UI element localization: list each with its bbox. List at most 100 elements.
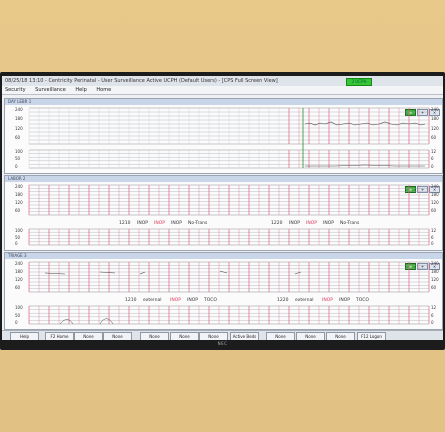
fhr-scale-right-240: 240 xyxy=(431,107,439,112)
fhr-scale-240: 240 xyxy=(15,107,23,112)
toco-scale-right-6: 6 xyxy=(431,235,434,240)
toco-scale-50: 50 xyxy=(15,235,21,240)
menu-surveillance[interactable]: Surveillance xyxy=(35,87,66,93)
annotation-status: INOP xyxy=(170,297,181,303)
fhr-scale-right-240: 240 xyxy=(431,184,439,189)
status-indicator[interactable]: 3 UCPH xyxy=(346,78,372,86)
annotation-status: INOP xyxy=(171,220,182,226)
monitor-brand-logo: NEC xyxy=(217,341,228,346)
fkey-none-button[interactable]: None xyxy=(266,332,295,340)
fhr-scale-60: 60 xyxy=(15,135,21,140)
toco-scale-right-6: 6 xyxy=(431,156,434,161)
annotation-status: INOP xyxy=(289,220,300,226)
toco-scale-50: 50 xyxy=(15,156,21,161)
toco-trace xyxy=(305,164,425,167)
fkey-none-button[interactable]: None xyxy=(170,332,199,340)
window-titlebar: 08/25/18 13:10 - Centricity Perinatal - … xyxy=(2,76,443,86)
fhr-trace xyxy=(44,270,302,275)
toco-scale-100: 100 xyxy=(15,149,23,154)
fkey-home-button[interactable]: F2 Home xyxy=(45,332,74,340)
fhr-scale-right-60: 60 xyxy=(431,135,437,140)
toco-scale-0: 0 xyxy=(15,164,18,169)
toco-grid xyxy=(28,305,430,325)
panel-controls: ≫ + × xyxy=(404,99,440,116)
bed-label: TRIAGE 3 xyxy=(8,253,27,258)
toco-grid xyxy=(28,228,430,246)
fhr-scale-right-240: 240 xyxy=(431,261,439,266)
fhr-grid xyxy=(28,261,430,293)
panel-controls: ≫ + × xyxy=(404,176,440,193)
annotation-status: INOP xyxy=(187,297,198,303)
toco-scale-50: 50 xyxy=(15,313,21,318)
annotation-note: TOCO xyxy=(355,297,369,303)
toco-scale-right-12: 12 xyxy=(431,228,437,233)
fhr-scale-right-180: 180 xyxy=(431,269,439,274)
fkey-none-button[interactable]: None xyxy=(326,332,355,340)
fkey-none-button[interactable]: None xyxy=(296,332,325,340)
fhr-scale-right-60: 60 xyxy=(431,208,437,213)
fhr-scale-180: 180 xyxy=(15,192,23,197)
menu-security[interactable]: Security xyxy=(5,87,26,93)
tracing-panel-1[interactable]: DAY LEBR 1 ≫ + × 240 180 120 60 240 180 12… xyxy=(4,98,443,174)
toco-scale-100: 100 xyxy=(15,228,23,233)
annotation-status: INOP xyxy=(306,220,317,226)
panel-controls: ≫ + × xyxy=(404,253,440,270)
fhr-scale-right-120: 120 xyxy=(431,126,439,131)
toco-scale-right-12: 12 xyxy=(431,149,437,154)
annotation-status: INOP xyxy=(137,220,148,226)
fkey-none-button[interactable]: None xyxy=(140,332,169,340)
annotation-note: No-Trans xyxy=(188,220,208,226)
fkey-none-button[interactable]: None xyxy=(103,332,132,340)
fhr-scale-180: 180 xyxy=(15,116,23,121)
annotation-status: external xyxy=(143,297,162,303)
menu-help[interactable]: Help xyxy=(75,87,86,93)
fhr-scale-240: 240 xyxy=(15,184,23,189)
fhr-scale-120: 120 xyxy=(15,200,23,205)
fhr-scale-120: 120 xyxy=(15,277,23,282)
toco-trace xyxy=(59,318,114,325)
menu-bar: Security Surveillance Help Home xyxy=(2,86,443,95)
tracing-panel-3[interactable]: TRIAGE 3 ≫ + × 240 180 120 60 240 180 120 … xyxy=(4,252,443,330)
toco-scale-right-0: 0 xyxy=(431,241,434,246)
menu-home[interactable]: Home xyxy=(96,87,111,93)
fhr-scale-60: 60 xyxy=(15,285,21,290)
fhr-scale-right-60: 60 xyxy=(431,285,437,290)
function-key-bar: Help F2 Home None None None None None Ac… xyxy=(2,330,443,340)
fhr-grid xyxy=(28,184,430,216)
fhr-scale-120: 120 xyxy=(15,126,23,131)
fkey-active-beds-button[interactable]: Active Beds xyxy=(230,332,259,340)
annotation-status: INOP xyxy=(339,297,350,303)
annotation-time-1210: 1210 xyxy=(125,297,137,303)
toco-scale-right-12: 12 xyxy=(431,305,437,310)
annotation-strip: 1210 external INOP INOP TOCO 1220 extern… xyxy=(125,297,369,303)
annotation-time-1220: 1220 xyxy=(277,297,289,303)
fhr-grid xyxy=(28,107,430,145)
fhr-scale-240: 240 xyxy=(15,261,23,266)
fkey-none-button[interactable]: None xyxy=(74,332,103,340)
fhr-toco-chart: 240 180 120 60 240 180 120 60 100 50 0 1… xyxy=(15,184,439,246)
toco-scale-right-0: 0 xyxy=(431,164,434,169)
monitor-screen: 08/25/18 13:10 - Centricity Perinatal - … xyxy=(2,76,443,340)
toco-scale-right-6: 6 xyxy=(431,313,434,318)
bed-label: DAY LEBR 1 xyxy=(8,99,32,104)
annotation-time-1210: 1210 xyxy=(119,220,131,226)
tracing-panel-2[interactable]: LABOR 2 ≫ + × 240 180 120 60 240 180 120 6… xyxy=(4,175,443,251)
fkey-help-button[interactable]: Help xyxy=(10,332,39,340)
annotation-note: No-Trans xyxy=(340,220,360,226)
fhr-scale-right-180: 180 xyxy=(431,116,439,121)
toco-scale-100: 100 xyxy=(15,305,23,310)
panel-header: DAY LEBR 1 ≫ + × xyxy=(5,99,442,116)
fhr-trace xyxy=(304,121,426,126)
annotation-status: INOP xyxy=(323,220,334,226)
panel-header: TRIAGE 3 ≫ + × xyxy=(5,253,442,270)
annotation-status: INOP xyxy=(322,297,333,303)
annotation-status: INOP xyxy=(154,220,165,226)
annotation-note: TOCO xyxy=(203,297,217,303)
bed-label: LABOR 2 xyxy=(8,176,26,181)
window-title: 08/25/18 13:10 - Centricity Perinatal - … xyxy=(5,78,278,84)
fhr-scale-180: 180 xyxy=(15,269,23,274)
annotation-status: external xyxy=(295,297,314,303)
fkey-none-button[interactable]: None xyxy=(199,332,228,340)
fkey-logon-button[interactable]: F12 Logon xyxy=(357,332,386,340)
panel-header: LABOR 2 ≫ + × xyxy=(5,176,442,193)
